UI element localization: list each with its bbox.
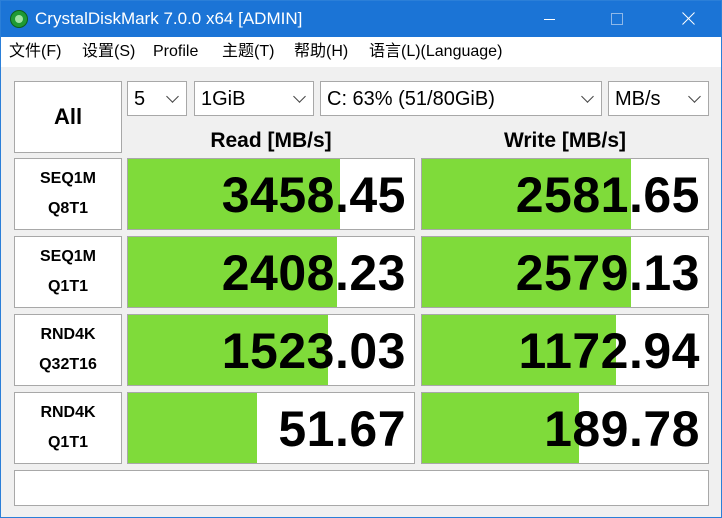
test-name: RND4K	[40, 326, 96, 343]
menu-file[interactable]: 文件(F)	[9, 42, 61, 62]
minimize-button[interactable]	[526, 1, 572, 37]
read-result-cell: 2408.23	[127, 236, 415, 308]
test-params: Q32T16	[39, 356, 97, 373]
window-title: CrystalDiskMark 7.0.0 x64 [ADMIN]	[35, 9, 303, 28]
unit-value: MB/s	[615, 88, 661, 110]
test-button-seq1m-q8t1[interactable]: SEQ1M Q8T1	[14, 158, 122, 230]
read-result-cell: 1523.03	[127, 314, 415, 386]
write-value: 2581.65	[515, 167, 700, 223]
disk-app-icon	[10, 10, 28, 28]
write-header: Write [MB/s]	[503, 129, 627, 152]
test-button-rnd4k-q32t16[interactable]: RND4K Q32T16	[14, 314, 122, 386]
menu-language[interactable]: 语言(L)(Language)	[369, 42, 502, 62]
test-params: Q8T1	[47, 200, 88, 217]
size-value: 1GiB	[201, 88, 246, 110]
write-result-cell: 1172.94	[421, 314, 709, 386]
result-bar	[128, 393, 257, 463]
read-value: 1523.03	[221, 323, 406, 379]
chevron-down-icon	[293, 90, 306, 103]
count-value: 5	[134, 88, 146, 110]
menu-help[interactable]: 帮助(H)	[294, 42, 348, 62]
close-button[interactable]	[665, 1, 711, 37]
test-name: RND4K	[40, 404, 96, 421]
count-select[interactable]: 5	[127, 81, 187, 116]
menu-theme[interactable]: 主题(T)	[222, 42, 274, 62]
write-value: 2579.13	[515, 245, 700, 301]
drive-select[interactable]: C: 63% (51/80GiB)	[320, 81, 602, 116]
read-result-cell: 3458.45	[127, 158, 415, 230]
chevron-down-icon	[581, 90, 594, 103]
drive-value: C: 63% (51/80GiB)	[327, 88, 495, 110]
read-result-cell: 51.67	[127, 392, 415, 464]
write-result-cell: 2579.13	[421, 236, 709, 308]
app-window: CrystalDiskMark 7.0.0 x64 [ADMIN] 文件(F) …	[0, 0, 722, 518]
unit-select[interactable]: MB/s	[608, 81, 709, 116]
all-button[interactable]: All	[14, 81, 122, 153]
test-name: SEQ1M	[39, 248, 96, 265]
chevron-down-icon	[688, 90, 701, 103]
test-button-seq1m-q1t1[interactable]: SEQ1M Q1T1	[14, 236, 122, 308]
maximize-button[interactable]	[594, 1, 640, 37]
write-result-cell: 2581.65	[421, 158, 709, 230]
read-header: Read [MB/s]	[210, 129, 332, 152]
comment-field[interactable]	[14, 470, 709, 506]
write-value: 1172.94	[518, 323, 700, 379]
test-params: Q1T1	[47, 434, 88, 451]
chevron-down-icon	[166, 90, 179, 103]
read-value: 3458.45	[221, 167, 406, 223]
title-bar[interactable]: CrystalDiskMark 7.0.0 x64 [ADMIN]	[1, 1, 721, 37]
menu-profile[interactable]: Profile	[153, 42, 198, 62]
menu-bar: 文件(F) 设置(S) Profile 主题(T) 帮助(H) 语言(L)(La…	[1, 37, 721, 67]
test-name: SEQ1M	[39, 170, 96, 187]
size-select[interactable]: 1GiB	[194, 81, 314, 116]
test-button-rnd4k-q1t1[interactable]: RND4K Q1T1	[14, 392, 122, 464]
menu-settings[interactable]: 设置(S)	[82, 42, 135, 62]
test-params: Q1T1	[47, 278, 88, 295]
read-value: 2408.23	[221, 245, 406, 301]
write-result-cell: 189.78	[421, 392, 709, 464]
write-value: 189.78	[544, 401, 700, 457]
read-value: 51.67	[278, 401, 406, 457]
